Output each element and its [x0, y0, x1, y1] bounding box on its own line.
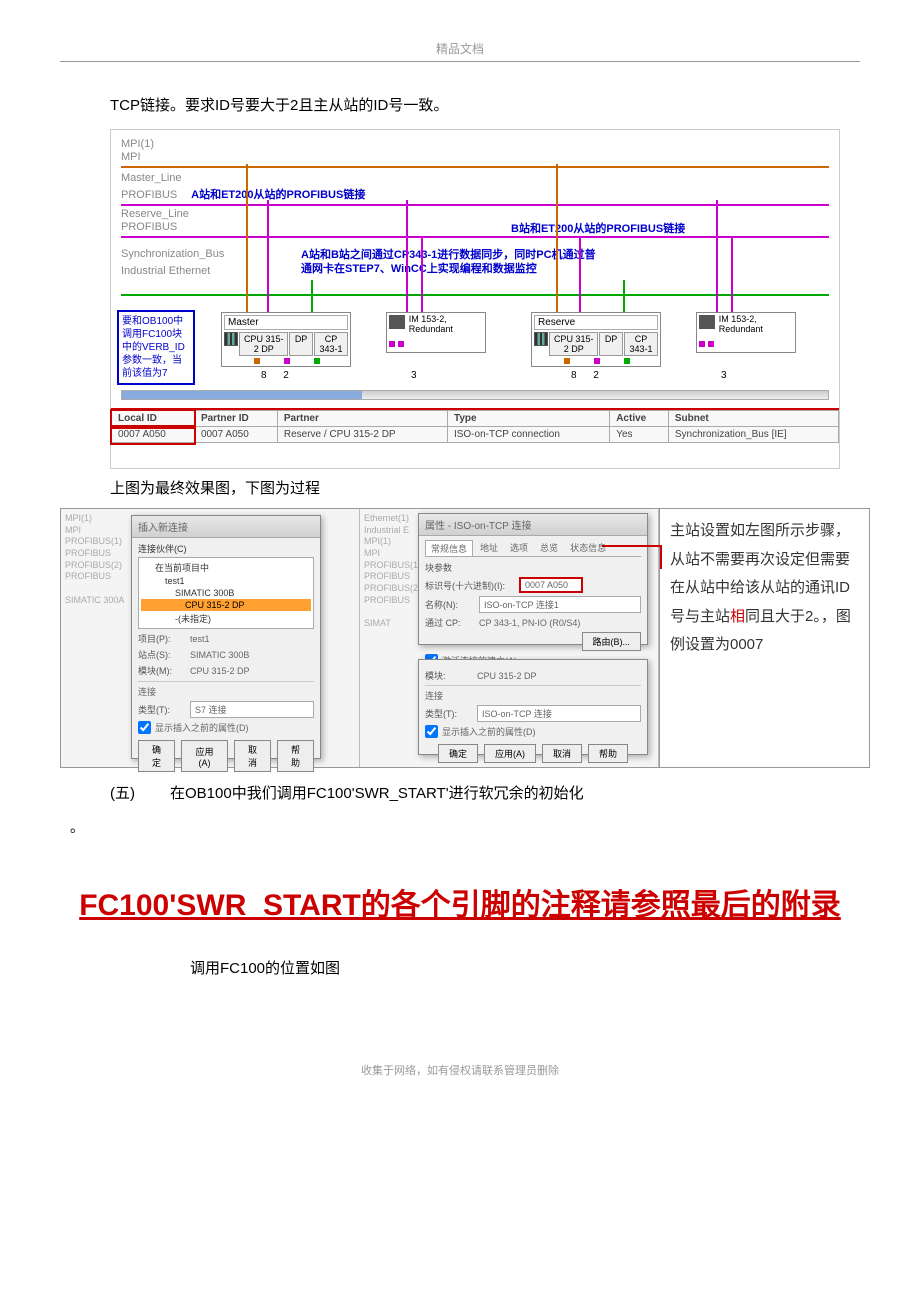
connection-table: Local ID Partner ID Partner Type Active …	[111, 408, 839, 468]
net-reserve-line: Reserve_Line PROFIBUS B站和ET200从站的PROFIBU…	[121, 208, 829, 238]
id-input-highlighted[interactable]: 0007 A050	[519, 577, 583, 593]
im-icon	[699, 315, 715, 329]
route-button[interactable]: 路由(B)...	[582, 632, 642, 651]
im2-station: IM 153-2, Redundant	[696, 312, 796, 353]
left-panel: MPI(1)MPIPROFIBUS(1)PROFIBUSPROFIBUS(2)P…	[61, 509, 360, 767]
ok-button[interactable]: 确定	[138, 740, 175, 772]
section-five: (五) 在OB100中我们调用FC100'SWR_START'进行软冗余的初始化	[60, 782, 860, 803]
im1-station: IM 153-2, Redundant	[386, 312, 486, 353]
process-diagram: MPI(1)MPIPROFIBUS(1)PROFIBUSPROFIBUS(2)P…	[60, 508, 870, 768]
page-header-title: 精品文档	[60, 40, 860, 57]
red-connector	[602, 545, 662, 569]
plc-icon	[534, 332, 548, 346]
net-master-line: Master_Line PROFIBUS A站和ET200从站的PROFIBUS…	[121, 172, 829, 206]
plc-icon	[224, 332, 238, 346]
splitter-bar	[121, 390, 829, 400]
iso-tcp-props-dialog[interactable]: 属性 - ISO-on-TCP 连接 常规信息 地址 选项 总览 状态信息 块参…	[418, 513, 648, 645]
secondary-dialog: 模块:CPU 315-2 DP 连接 类型(T):ISO-on-TCP 连接 显…	[418, 659, 648, 755]
apply-button[interactable]: 应用(A)	[181, 740, 228, 772]
cancel-button[interactable]: 取消	[234, 740, 271, 772]
net-mpi: MPI(1) MPI	[121, 138, 829, 168]
help-button[interactable]: 帮助	[277, 740, 314, 772]
fc100-heading: FC100'SWR_START的各个引脚的注释请参照最后的附录	[60, 867, 860, 945]
im-icon	[389, 315, 405, 329]
table-row: 0007 A050 0007 A050 Reserve / CPU 315-2 …	[112, 427, 839, 443]
intro-paragraph: TCP链接。要求ID号要大于2且主从站的ID号一致。	[60, 92, 860, 119]
master-station: Master CPU 315-2 DP DP CP 343-1	[221, 312, 351, 367]
insert-connection-dialog[interactable]: 插入新连接 连接伙伴(C) 在当前项目中 test1 SIMATIC 300B …	[131, 515, 321, 759]
right-panel: Ethernet(1)Industrial EMPI(1)MPIPROFIBUS…	[360, 509, 659, 767]
network-topology-diagram: MPI(1) MPI Master_Line PROFIBUS A站和ET200…	[110, 129, 840, 469]
trailing-period: 。	[60, 817, 860, 837]
header-divider	[60, 61, 860, 62]
net-sync-bus: Synchronization_Bus Industrial Ethernet …	[121, 248, 829, 296]
call-location-text: 调用FC100的位置如图	[60, 955, 860, 982]
caption-between: 上图为最终效果图，下图为过程	[60, 475, 860, 502]
show-props-checkbox[interactable]	[138, 721, 151, 734]
table-header-row: Local ID Partner ID Partner Type Active …	[112, 411, 839, 427]
page-footer: 收集于网络，如有侵权请联系管理员删除	[60, 1062, 860, 1078]
ob100-note: 要和OB100中调用FC100块中的VERB_ID参数一致，当前该值为7	[117, 310, 195, 385]
side-note-text: 主站设置如左图所示步骤，从站不需要再次设定但需要在从站中给该从站的通讯ID号与主…	[659, 509, 869, 767]
reserve-station: Reserve CPU 315-2 DP DP CP 343-1	[531, 312, 661, 367]
